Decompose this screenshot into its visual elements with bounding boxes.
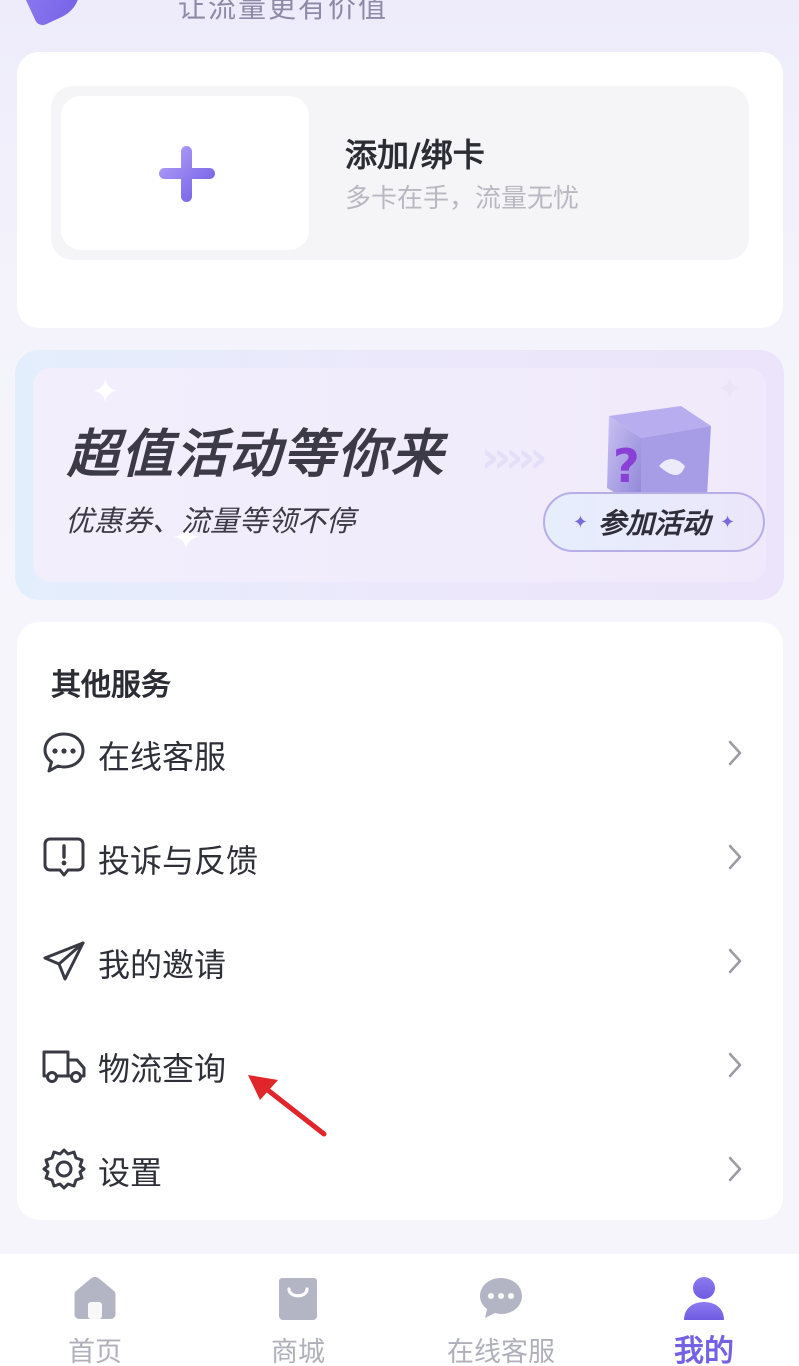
service-label: 物流查询 xyxy=(98,1050,227,1088)
user-icon xyxy=(684,1277,724,1320)
service-item-my-invitations[interactable]: 我的邀请 xyxy=(17,910,783,1014)
chevron-right-icon xyxy=(728,948,742,974)
service-label: 投诉与反馈 xyxy=(98,842,259,880)
bottom-tab-bar: 首页 商城 在线客服 我的 xyxy=(0,1254,799,1366)
home-icon xyxy=(74,1277,116,1319)
add-card-title: 添加/绑卡 xyxy=(345,136,485,174)
tab-online-support[interactable]: 在线客服 xyxy=(401,1254,601,1366)
join-activity-button[interactable]: ✦ 参加活动 ✦ xyxy=(543,492,765,552)
tab-label: 我的 xyxy=(674,1334,734,1366)
tab-home[interactable]: 首页 xyxy=(0,1254,195,1366)
sparkle-icon: ✦ xyxy=(720,511,736,533)
chevron-right-icon xyxy=(728,844,742,870)
chat-bubble-icon xyxy=(480,1278,522,1318)
profile-page: 让流量更有价值 添加/绑卡 多卡在手，流量无忧 ✦ ✦ ✦ 超值活动等你来 ››… xyxy=(0,0,799,1366)
service-label: 设置 xyxy=(98,1154,163,1192)
promo-banner-inner: ✦ ✦ ✦ 超值活动等你来 ››››› ? 优惠券、流量等领不停 ✦ 参加活动 … xyxy=(33,368,766,582)
shopping-bag-icon xyxy=(279,1278,317,1320)
chevron-right-icon xyxy=(728,740,742,766)
tab-label: 在线客服 xyxy=(447,1337,555,1366)
card-panel: 添加/绑卡 多卡在手，流量无忧 xyxy=(17,52,783,328)
promo-banner[interactable]: ✦ ✦ ✦ 超值活动等你来 ››››› ? 优惠券、流量等领不停 ✦ 参加活动 … xyxy=(15,350,784,600)
gear-icon xyxy=(42,1148,86,1190)
promo-title: 超值活动等你来 xyxy=(67,425,446,485)
join-activity-label: 参加活动 xyxy=(597,507,710,540)
service-label: 我的邀请 xyxy=(98,946,227,984)
sparkle-icon: ✦ xyxy=(91,372,120,412)
tab-label: 商城 xyxy=(271,1337,325,1366)
feedback-icon xyxy=(43,837,85,877)
send-icon xyxy=(43,941,85,981)
add-card-box xyxy=(61,96,309,250)
promo-subtitle: 优惠券、流量等领不停 xyxy=(65,504,356,538)
chevrons-decoration: ››››› xyxy=(481,432,548,483)
add-card-subtitle: 多卡在手，流量无忧 xyxy=(345,184,580,214)
plus-icon xyxy=(159,146,215,202)
header-slogan: 让流量更有价值 xyxy=(178,0,389,24)
truck-icon xyxy=(42,1050,86,1083)
chat-icon xyxy=(43,732,85,773)
add-card-button[interactable]: 添加/绑卡 多卡在手，流量无忧 xyxy=(51,86,749,260)
svg-text:?: ? xyxy=(613,439,640,493)
other-services-panel: 其他服务 在线客服 投诉与反馈 我的邀请 物流查询 设置 xyxy=(17,622,783,1220)
chevron-right-icon xyxy=(728,1156,742,1182)
services-title: 其他服务 xyxy=(51,668,171,703)
tab-mine[interactable]: 我的 xyxy=(604,1254,799,1366)
sparkle-icon: ✦ xyxy=(572,511,588,533)
service-item-feedback[interactable]: 投诉与反馈 xyxy=(17,806,783,910)
chevron-right-icon xyxy=(728,1052,742,1078)
app-logo xyxy=(18,0,90,28)
service-item-settings[interactable]: 设置 xyxy=(17,1118,783,1222)
annotation-arrow-icon xyxy=(248,1075,327,1137)
service-item-online-support[interactable]: 在线客服 xyxy=(17,702,783,806)
service-label: 在线客服 xyxy=(98,738,227,776)
tab-label: 首页 xyxy=(68,1337,122,1366)
tab-mall[interactable]: 商城 xyxy=(198,1254,398,1366)
service-item-logistics[interactable]: 物流查询 xyxy=(17,1014,783,1118)
